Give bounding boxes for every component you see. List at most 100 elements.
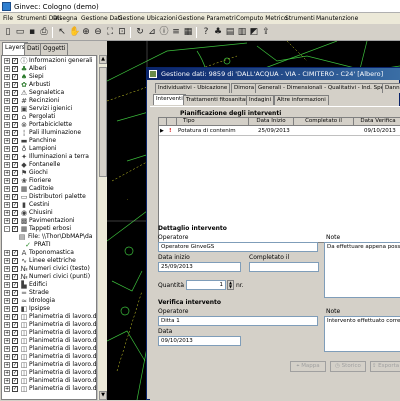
grid-cell-data-inizio[interactable]: 25/09/2013: [258, 127, 290, 135]
layer-row[interactable]: - ✓ ▦ Tappeti erbosi: [2, 225, 96, 233]
expand-icon[interactable]: +: [4, 202, 10, 208]
grid-header-data-inizio[interactable]: Data Inizio: [249, 118, 294, 126]
layer-row[interactable]: + ✓ ▩ Pavimentazioni: [2, 217, 96, 225]
layer-visibility-checkbox[interactable]: ✓: [12, 362, 18, 368]
layer-row[interactable]: + ✓ ❀ Fioriere: [2, 177, 96, 185]
expand-icon[interactable]: +: [4, 114, 10, 120]
grid-header-completato[interactable]: Completato il: [294, 118, 354, 126]
layer-visibility-checkbox[interactable]: ✓: [12, 314, 18, 320]
expand-icon[interactable]: +: [4, 130, 10, 136]
layer-visibility-checkbox[interactable]: ✓: [12, 114, 18, 120]
refresh-icon[interactable]: ↻: [134, 26, 146, 38]
quantita-field[interactable]: 1: [186, 280, 226, 290]
layers-icon[interactable]: ≡: [170, 26, 182, 38]
layer-visibility-checkbox[interactable]: ✓: [12, 250, 18, 256]
expand-icon[interactable]: +: [4, 362, 10, 368]
layer-visibility-checkbox[interactable]: ✓: [12, 130, 18, 136]
menu-disegna[interactable]: Disegna: [53, 15, 77, 22]
scroll-up-icon[interactable]: ▲: [99, 55, 107, 64]
expand-icon[interactable]: +: [4, 322, 10, 328]
completato-field[interactable]: [249, 262, 319, 272]
tab-danni[interactable]: Danni: [382, 83, 400, 93]
new-icon[interactable]: ▯: [2, 26, 14, 38]
expand-icon[interactable]: +: [4, 106, 10, 112]
layer-row[interactable]: +✓◫Planimetria di lavoro.dwg 0,: [2, 313, 96, 321]
layer-visibility-checkbox[interactable]: ✓: [12, 354, 18, 360]
expand-icon[interactable]: +: [4, 82, 10, 88]
verify-data-field[interactable]: 09/10/2013: [158, 336, 241, 346]
grid-cell-data-verifica[interactable]: 09/10/2013: [364, 127, 396, 135]
layer-row[interactable]: + ✓ ⓘ Informazioni generali: [2, 57, 96, 65]
layer-row[interactable]: + ✓ ✿ Arbusti: [2, 81, 96, 89]
expand-icon[interactable]: +: [4, 138, 10, 144]
menu-file[interactable]: File: [3, 15, 13, 22]
expand-icon[interactable]: +: [4, 370, 10, 376]
layer-row[interactable]: + ✓ ▣ Servizi igienici: [2, 105, 96, 113]
layer-row[interactable]: +✓◫Planimetria di lavoro.dwg 0,: [2, 345, 96, 353]
menu-gestione-parametri[interactable]: Gestione Parametri: [178, 15, 236, 22]
expand-icon[interactable]: +: [4, 90, 10, 96]
layer-visibility-checkbox[interactable]: ✓: [12, 322, 18, 328]
layer-visibility-checkbox[interactable]: ✓: [12, 122, 18, 128]
layer-row[interactable]: + ✓ ✦ Illuminazioni a terra: [2, 153, 96, 161]
layer-visibility-checkbox[interactable]: ✓: [12, 58, 18, 64]
layer-visibility-checkbox[interactable]: ✓: [12, 298, 18, 304]
grid-icon[interactable]: ▦: [182, 26, 194, 38]
layer-visibility-checkbox[interactable]: ✓: [12, 138, 18, 144]
scroll-down-icon[interactable]: ▼: [99, 391, 107, 400]
quantita-stepper[interactable]: ▲ ▼: [227, 280, 234, 290]
expand-icon[interactable]: +: [4, 122, 10, 128]
layer-row[interactable]: + ✓ ▮ Cestini: [2, 201, 96, 209]
layer-row[interactable]: +✓◫Planimetria di lavoro.dwg 0,: [2, 377, 96, 385]
layer-visibility-checkbox[interactable]: ✓: [12, 218, 18, 224]
layer-visibility-checkbox[interactable]: ✓: [12, 90, 18, 96]
layer-row[interactable]: + ✓ ▬ Panchine: [2, 137, 96, 145]
tab-altre-informazioni[interactable]: Altre informazioni: [274, 95, 329, 105]
expand-icon[interactable]: +: [4, 266, 10, 272]
tab-trattamenti-fitosanitari[interactable]: Trattamenti fitosanitari: [183, 95, 253, 105]
expand-icon[interactable]: +: [4, 98, 10, 104]
pan-hand-icon[interactable]: ✋: [68, 26, 80, 38]
layer-row[interactable]: + ✓ ⌂ Pergolati: [2, 113, 96, 121]
layer-visibility-checkbox[interactable]: ✓: [12, 370, 18, 376]
layer-visibility-checkbox[interactable]: ✓: [12, 226, 18, 232]
zoom-out-icon[interactable]: ⊖: [92, 26, 104, 38]
layer-visibility-checkbox[interactable]: ✓: [12, 178, 18, 184]
layer-visibility-checkbox[interactable]: ✓: [12, 346, 18, 352]
mappa-button[interactable]: ⌖ Mappa: [290, 361, 326, 372]
menu-gestione-dati[interactable]: Gestione Dati: [81, 15, 122, 22]
expand-icon[interactable]: +: [4, 274, 10, 280]
photo-icon[interactable]: ◩: [248, 26, 260, 38]
layer-row[interactable]: + ✓ № Numeri civici (testo): [2, 265, 96, 273]
layer-visibility-checkbox[interactable]: ✓: [12, 338, 18, 344]
dialog-title-bar[interactable]: Gestione dati: 9859 di 'DALL'ACQUA - VIA…: [147, 68, 400, 80]
layer-row[interactable]: + ✓ ▙ Edifici: [2, 281, 96, 289]
expand-icon[interactable]: +: [4, 146, 10, 152]
layer-row[interactable]: +✓◫Planimetria di lavoro.dwg 0,: [2, 385, 96, 393]
layer-row[interactable]: + ✓ ∿ Linee elettriche: [2, 257, 96, 265]
verify-operatore-field[interactable]: Ditta 1: [158, 316, 318, 326]
expand-icon[interactable]: +: [4, 74, 10, 80]
layer-row[interactable]: + ✓ ♠ Siepi: [2, 73, 96, 81]
tab-generali-dimensionali[interactable]: Generali - Dimensionali - Qualitativi - …: [255, 83, 392, 93]
expand-icon[interactable]: +: [4, 282, 10, 288]
tab-oggetti[interactable]: Oggetti: [40, 43, 69, 55]
storico-button[interactable]: ◷ Storico: [330, 361, 366, 372]
esporta-button[interactable]: ⇪ Esporta: [370, 361, 400, 372]
expand-icon[interactable]: +: [4, 338, 10, 344]
layer-visibility-checkbox[interactable]: ✓: [12, 66, 18, 72]
menu-computo-metrico[interactable]: Computo Metrico: [236, 15, 288, 22]
layer-visibility-checkbox[interactable]: ✓: [12, 106, 18, 112]
layer-row[interactable]: + ✓ ▭ Distributori palette: [2, 193, 96, 201]
expand-icon[interactable]: +: [4, 194, 10, 200]
layer-visibility-checkbox[interactable]: ✓: [12, 330, 18, 336]
layer-visibility-checkbox[interactable]: ✓: [12, 258, 18, 264]
save-icon[interactable]: ▪: [26, 26, 38, 38]
info-icon[interactable]: ⓘ: [158, 26, 170, 38]
layer-row[interactable]: + ✓ ◉ Chiusini: [2, 209, 96, 217]
layer-visibility-checkbox[interactable]: ✓: [12, 194, 18, 200]
layer-visibility-checkbox[interactable]: ✓: [12, 154, 18, 160]
layer-visibility-checkbox[interactable]: ✓: [12, 386, 18, 392]
layer-visibility-checkbox[interactable]: ✓: [12, 170, 18, 176]
layer-row[interactable]: + ✓ ▦ Caditoie: [2, 185, 96, 193]
